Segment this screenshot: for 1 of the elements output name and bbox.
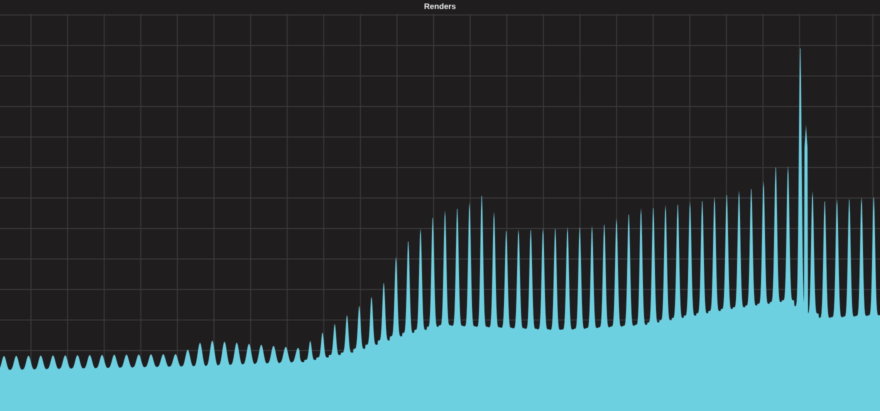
panel-title: Renders [424,3,456,11]
